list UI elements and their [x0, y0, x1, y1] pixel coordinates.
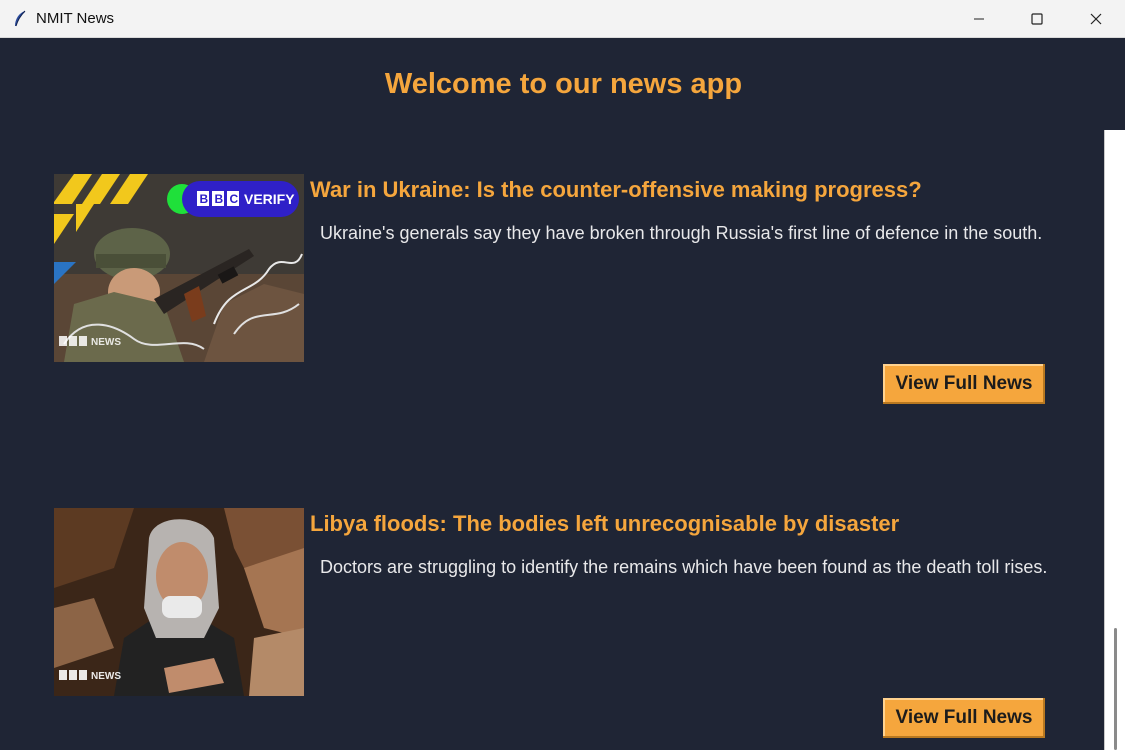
- window-title: NMIT News: [36, 10, 115, 27]
- svg-text:NEWS: NEWS: [91, 671, 121, 682]
- soldier-photo: B B C VERIFY NEWS: [54, 174, 304, 362]
- scrollbar-thumb[interactable]: [1114, 628, 1117, 750]
- maximize-button[interactable]: [1008, 0, 1066, 38]
- article-image: B B C VERIFY NEWS: [54, 174, 304, 362]
- svg-text:VERIFY: VERIFY: [244, 191, 295, 207]
- news-feed: Welcome to our news app B B C VERIFY NEW…: [2, 38, 1125, 750]
- vertical-scrollbar[interactable]: [1104, 130, 1125, 750]
- article-image: NEWS: [54, 508, 304, 696]
- minimize-icon: [974, 18, 984, 20]
- window-title-bar: NMIT News: [0, 0, 1125, 38]
- view-full-news-button[interactable]: View Full News: [883, 364, 1045, 404]
- svg-text:B: B: [215, 192, 224, 206]
- flood-photo: NEWS: [54, 508, 304, 696]
- maximize-icon: [1031, 13, 1043, 25]
- svg-text:C: C: [230, 192, 239, 206]
- close-button[interactable]: [1067, 0, 1125, 38]
- article-headline: Libya floods: The bodies left unrecognis…: [310, 511, 900, 536]
- page-title: Welcome to our news app: [384, 68, 743, 100]
- close-icon: [1090, 13, 1102, 25]
- article-summary: Doctors are struggling to identify the r…: [320, 557, 1048, 577]
- svg-text:B: B: [200, 192, 209, 206]
- article-headline: War in Ukraine: Is the counter-offensive…: [310, 177, 922, 202]
- article-summary: Ukraine's generals say they have broken …: [320, 223, 1043, 243]
- view-full-news-button[interactable]: View Full News: [883, 698, 1045, 738]
- svg-text:NEWS: NEWS: [91, 337, 121, 348]
- minimize-button[interactable]: [950, 0, 1008, 38]
- feather-icon: [15, 10, 26, 27]
